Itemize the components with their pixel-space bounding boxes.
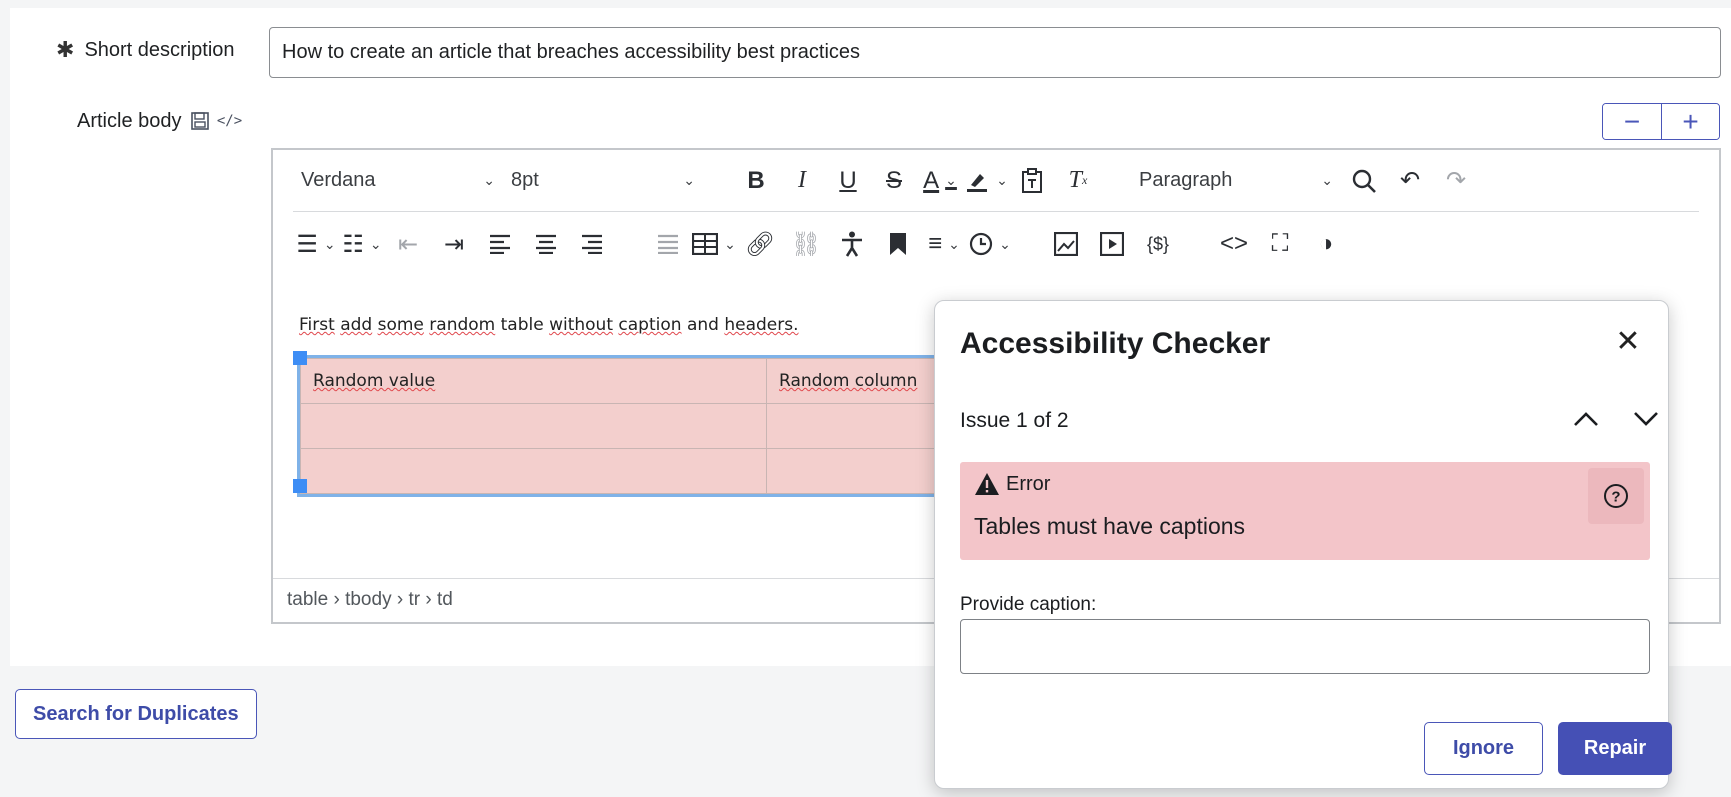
issue-counter: Issue 1 of 2 — [960, 409, 1069, 432]
block-format-value: Paragraph — [1139, 169, 1233, 191]
bullet-list-icon[interactable]: ☰ ⌄ — [293, 224, 339, 264]
redo-icon[interactable]: ↷ — [1433, 161, 1479, 201]
strikethrough-icon[interactable]: S — [871, 161, 917, 201]
repair-button[interactable]: Repair — [1558, 722, 1672, 775]
block-format-select[interactable]: Paragraph ⌄ — [1131, 161, 1341, 201]
toolbar-row-2: ☰ ⌄ ☷ ⌄ ⇤ ⇥ ⌄ 🔗︎ ⛓︎ ≡ ⌄ ⌄ {$} <> ⛶ ◑ — [293, 213, 1699, 275]
bookmark-icon[interactable] — [875, 224, 921, 264]
chevron-up-icon — [1574, 412, 1598, 426]
short-description-label-text: Short description — [84, 38, 235, 61]
template-variable-icon[interactable]: {$} — [1135, 224, 1181, 264]
align-right-icon[interactable] — [569, 224, 615, 264]
font-size-select[interactable]: 8pt ⌄ — [503, 161, 703, 201]
error-heading: Error — [974, 472, 1050, 496]
error-severity: Error — [1006, 472, 1051, 495]
unlink-icon[interactable]: ⛓︎ — [783, 224, 829, 264]
table-icon[interactable]: ⌄ — [691, 224, 737, 264]
line-height-icon[interactable]: ≡ ⌄ — [921, 224, 967, 264]
short-description-label: ✱ Short description — [56, 37, 235, 63]
editor-height-controls: − + — [1602, 103, 1720, 140]
chevron-down-icon: ⌄ — [483, 172, 495, 188]
table-resize-handle[interactable] — [293, 351, 307, 365]
search-icon[interactable] — [1341, 161, 1387, 201]
increase-height-button[interactable]: + — [1661, 104, 1719, 139]
clear-formatting-icon[interactable]: Tx — [1055, 161, 1101, 201]
close-icon[interactable]: ✕ — [1608, 321, 1648, 361]
caption-label: Provide caption: — [960, 594, 1097, 615]
table-cell[interactable]: Random value — [300, 358, 767, 404]
numbered-list-icon[interactable]: ☷ ⌄ — [339, 224, 385, 264]
highlight-color-icon[interactable]: ⌄ — [963, 161, 1009, 201]
indent-icon[interactable]: ⇥ — [431, 224, 477, 264]
outdent-icon[interactable]: ⇤ — [385, 224, 431, 264]
caption-input[interactable] — [960, 619, 1650, 674]
chevron-down-icon — [1634, 412, 1658, 426]
italic-icon[interactable]: I — [779, 161, 825, 201]
text-color-icon[interactable]: A ⌄ — [917, 161, 963, 201]
chevron-down-icon: ⌄ — [1321, 172, 1333, 188]
bold-icon[interactable]: B — [733, 161, 779, 201]
align-center-icon[interactable] — [523, 224, 569, 264]
table-resize-handle[interactable] — [293, 479, 307, 493]
short-description-input[interactable]: How to create an article that breaches a… — [269, 27, 1721, 78]
search-duplicates-button[interactable]: Search for Duplicates — [15, 689, 257, 739]
ignore-button[interactable]: Ignore — [1424, 722, 1543, 775]
accessibility-icon[interactable] — [829, 224, 875, 264]
contrast-icon[interactable]: ◑ — [1303, 224, 1349, 264]
previous-issue-button[interactable] — [1566, 399, 1606, 439]
error-message: Tables must have captions — [974, 513, 1246, 539]
image-icon[interactable] — [1043, 224, 1089, 264]
help-icon: ? — [1604, 484, 1628, 508]
decrease-height-button[interactable]: − — [1603, 104, 1661, 139]
next-issue-button[interactable] — [1626, 399, 1666, 439]
accessibility-checker-dialog: Accessibility Checker ✕ Issue 1 of 2 Err… — [934, 300, 1672, 789]
svg-text:?: ? — [1611, 489, 1620, 506]
article-body-label-text: Article body — [77, 109, 182, 132]
save-draft-icon[interactable] — [188, 109, 212, 133]
help-button[interactable]: ? — [1588, 468, 1644, 524]
paste-text-icon[interactable] — [1009, 161, 1055, 201]
font-family-value: Verdana — [301, 169, 376, 191]
chevron-down-icon: ⌄ — [683, 172, 695, 188]
code-view-icon[interactable]: <> — [1211, 224, 1257, 264]
article-body-label: Article body </> — [77, 109, 242, 133]
link-icon[interactable]: 🔗︎ — [737, 224, 783, 264]
clock-icon[interactable]: ⌄ — [967, 224, 1013, 264]
table-cell[interactable] — [300, 403, 767, 449]
dialog-title: Accessibility Checker — [960, 327, 1271, 360]
underline-icon[interactable]: U — [825, 161, 871, 201]
error-panel: Error Tables must have captions ? — [960, 462, 1650, 560]
toolbar-row-1: Verdana ⌄ 8pt ⌄ B I U S A ⌄ ⌄ Tx Paragrap… — [293, 150, 1699, 212]
fullscreen-icon[interactable]: ⛶ — [1257, 224, 1303, 264]
justify-icon[interactable] — [645, 224, 691, 264]
font-size-value: 8pt — [511, 169, 539, 191]
source-code-icon[interactable]: </> — [217, 109, 242, 133]
undo-icon[interactable]: ↶ — [1387, 161, 1433, 201]
warning-icon — [975, 473, 999, 495]
table-cell[interactable] — [300, 448, 767, 494]
required-icon: ✱ — [56, 37, 75, 62]
video-icon[interactable] — [1089, 224, 1135, 264]
align-left-icon[interactable] — [477, 224, 523, 264]
editor-paragraph: First add some random table without capt… — [299, 315, 799, 335]
font-family-select[interactable]: Verdana ⌄ — [293, 161, 503, 201]
